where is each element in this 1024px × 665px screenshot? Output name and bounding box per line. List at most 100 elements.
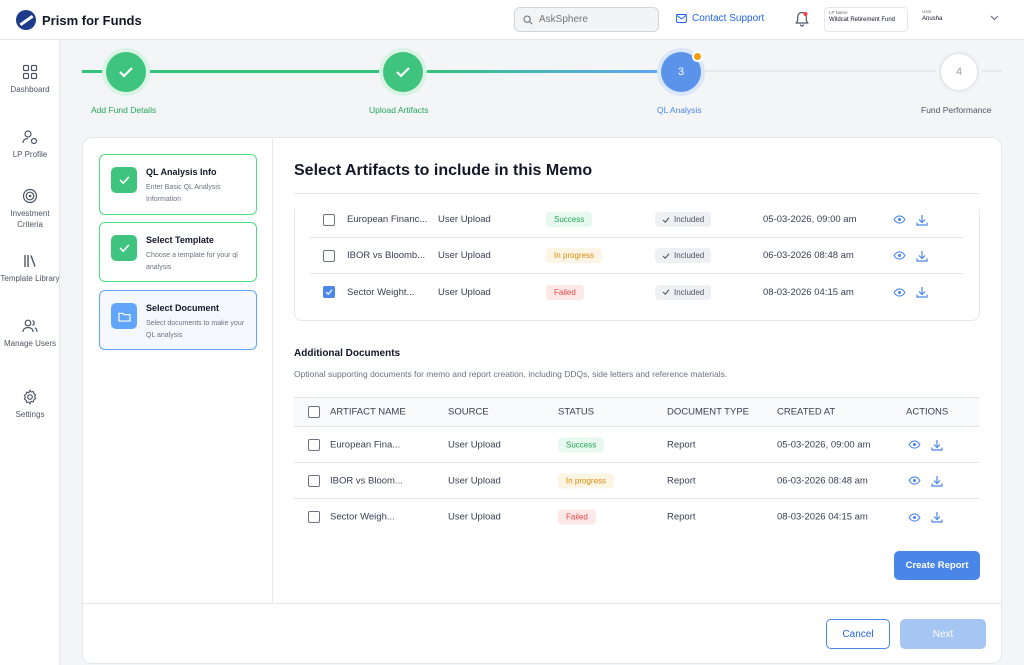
- status-badge: In progress: [546, 248, 603, 263]
- cancel-button[interactable]: Cancel: [826, 619, 890, 649]
- check-icon: [662, 252, 670, 259]
- download-icon[interactable]: [916, 286, 928, 298]
- step-label: Add Fund Details: [91, 105, 157, 115]
- memo-row[interactable]: Sector Weight... User Upload Failed Incl…: [310, 274, 964, 310]
- status-badge: Success: [558, 437, 605, 452]
- table-row[interactable]: European Fina... User Upload Success Rep…: [294, 427, 980, 463]
- additional-docs-title: Additional Documents: [294, 348, 401, 359]
- step-done-circle: [106, 52, 146, 92]
- user-label: User: [922, 9, 932, 14]
- artifact-source: User Upload: [448, 439, 501, 450]
- download-icon[interactable]: [931, 439, 943, 451]
- sidebar-item-dashboard[interactable]: Dashboard: [0, 64, 60, 95]
- col-source[interactable]: SOURCE: [448, 407, 489, 418]
- created-at: 06-03-2026 08:48 am: [763, 250, 854, 261]
- created-at: 06-03-2026 08:48 am: [777, 475, 868, 486]
- notification-bell[interactable]: [795, 11, 809, 32]
- substep-select-document[interactable]: Select Document Select documents to make…: [99, 290, 257, 350]
- download-icon[interactable]: [916, 214, 928, 226]
- document-type: Report: [667, 511, 696, 523]
- artifact-name: IBOR vs Bloom...: [330, 475, 403, 486]
- artifact-name: European Financ...: [347, 214, 428, 225]
- check-icon: [118, 244, 130, 252]
- status-badge: In progress: [558, 473, 615, 488]
- col-created-at[interactable]: CREATED AT: [777, 407, 835, 418]
- memo-row[interactable]: IBOR vs Bloomb... User Upload In progres…: [310, 238, 964, 274]
- row-checkbox[interactable]: [323, 213, 335, 226]
- next-button[interactable]: Next: [900, 619, 986, 649]
- step-active-circle: 3: [661, 51, 703, 92]
- status-badge: Failed: [558, 509, 596, 525]
- row-checkbox-checked[interactable]: [323, 286, 335, 298]
- sidebar-item-settings[interactable]: Settings: [0, 389, 60, 420]
- library-icon: [24, 255, 36, 267]
- row-checkbox[interactable]: [308, 474, 320, 487]
- row-actions: [893, 286, 928, 298]
- substep-title: Select Document: [146, 303, 220, 313]
- sidebar-item-lp-profile[interactable]: LP Profile: [0, 129, 60, 160]
- included-badge: Included: [655, 284, 712, 300]
- substep-desc: Enter Basic QL Analysis Information: [146, 184, 221, 203]
- substep-title: Select Template: [146, 235, 214, 245]
- substep-select-template[interactable]: Select Template Choose a template for yo…: [99, 222, 257, 282]
- created-at: 05-03-2026, 09:00 am: [763, 214, 857, 225]
- eye-icon[interactable]: [908, 440, 921, 449]
- row-checkbox[interactable]: [323, 249, 335, 262]
- step-upload-artifacts[interactable]: [383, 52, 423, 92]
- created-at: 08-03-2026 04:15 am: [763, 286, 854, 298]
- col-document-type[interactable]: DOCUMENT TYPE: [667, 407, 749, 418]
- eye-icon[interactable]: [908, 476, 921, 485]
- contact-support-link[interactable]: Contact Support: [676, 13, 764, 24]
- lp-label: LP Name: [829, 10, 848, 15]
- check-icon: [662, 289, 670, 295]
- check-icon: [662, 216, 670, 223]
- table-row[interactable]: Sector Weigh... User Upload Failed Repor…: [294, 499, 980, 535]
- col-actions: ACTIONS: [906, 406, 949, 418]
- stepper-progress-track: [82, 70, 660, 73]
- sidebar: Dashboard LP Profile Investment Criteria…: [0, 40, 60, 665]
- artifact-name: European Fina...: [330, 439, 401, 450]
- step-label: Upload Artifacts: [369, 105, 429, 115]
- step-label: Fund Performance: [921, 105, 992, 115]
- row-checkbox[interactable]: [308, 438, 320, 451]
- download-icon[interactable]: [931, 511, 943, 523]
- step-ql-analysis[interactable]: 3: [661, 51, 703, 92]
- memo-row[interactable]: European Financ... User Upload Success I…: [310, 202, 964, 238]
- artifact-source: User Upload: [438, 214, 491, 225]
- row-checkbox[interactable]: [308, 511, 320, 523]
- step-add-fund-details[interactable]: [106, 52, 146, 92]
- active-dot-icon: [692, 51, 703, 62]
- artifact-source: User Upload: [448, 511, 501, 523]
- brand[interactable]: Prism for Funds: [16, 10, 142, 30]
- sidebar-item-label: Investment Criteria: [10, 209, 50, 229]
- sidebar-item-template-library[interactable]: Template Library: [0, 253, 60, 284]
- create-report-button[interactable]: Create Report: [894, 551, 980, 580]
- lp-value: Wildcat Retirement Fund: [829, 17, 896, 23]
- search-input[interactable]: [539, 14, 649, 25]
- sidebar-item-label: Settings: [15, 410, 45, 419]
- top-header: Prism for Funds Contact Support LP Name …: [0, 0, 1024, 40]
- eye-icon[interactable]: [893, 215, 906, 224]
- download-icon[interactable]: [931, 475, 943, 487]
- document-type: Report: [667, 475, 696, 486]
- col-status[interactable]: STATUS: [558, 407, 594, 418]
- table-row[interactable]: IBOR vs Bloom... User Upload In progress…: [294, 463, 980, 499]
- download-icon[interactable]: [916, 250, 928, 262]
- search-box[interactable]: [514, 7, 659, 32]
- sidebar-item-manage-users[interactable]: Manage Users: [0, 318, 60, 349]
- lp-selector[interactable]: LP Name Wildcat Retirement Fund: [824, 7, 908, 32]
- substep-ql-analysis-info[interactable]: QL Analysis Info Enter Basic QL Analysis…: [99, 154, 257, 215]
- select-all-checkbox[interactable]: [308, 406, 320, 418]
- check-icon: [118, 176, 130, 184]
- row-actions: [908, 511, 943, 523]
- eye-icon[interactable]: [893, 251, 906, 260]
- col-artifact-name[interactable]: ARTIFACT NAME: [330, 407, 406, 418]
- chevron-down-icon[interactable]: [990, 15, 999, 21]
- artifact-name: IBOR vs Bloomb...: [347, 250, 426, 261]
- eye-icon[interactable]: [908, 512, 921, 522]
- status-badge: Success: [546, 212, 593, 227]
- step-fund-performance[interactable]: 4: [939, 52, 979, 92]
- eye-icon[interactable]: [893, 287, 906, 297]
- sidebar-item-investment-criteria[interactable]: Investment Criteria: [0, 188, 60, 230]
- row-actions: [908, 439, 943, 451]
